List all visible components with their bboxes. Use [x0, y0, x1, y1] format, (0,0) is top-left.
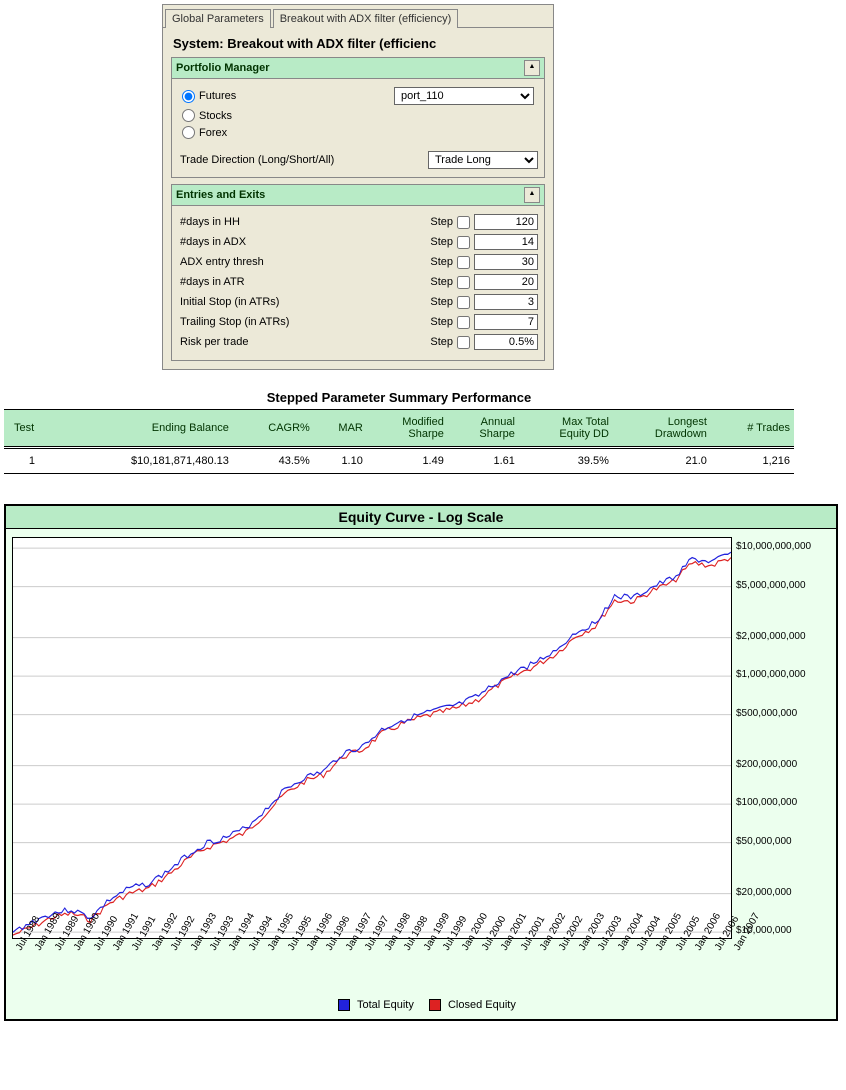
y-tick-label: $500,000,000	[736, 708, 797, 719]
config-panel: Global Parameters Breakout with ADX filt…	[162, 4, 554, 370]
param-value-input[interactable]	[474, 334, 538, 350]
summary-header-cell: Test	[4, 410, 60, 447]
chart-title: Equity Curve - Log Scale	[6, 506, 836, 529]
summary-cell: 1,216	[711, 449, 794, 474]
summary-section: Stepped Parameter Summary Performance Te…	[4, 390, 794, 474]
y-tick-label: $50,000,000	[736, 836, 792, 847]
y-tick-label: $10,000,000,000	[736, 541, 811, 552]
tab-strip: Global Parameters Breakout with ADX filt…	[163, 5, 553, 27]
step-checkbox[interactable]	[457, 256, 470, 269]
radio-label-futures: Futures	[199, 90, 236, 102]
chart-x-axis: Jul 1988Jan 1989Jul 1989Jan 1990Jul 1990…	[12, 939, 732, 995]
radio-stocks[interactable]	[182, 109, 195, 122]
step-label: Step	[430, 336, 453, 348]
y-tick-label: $20,000,000	[736, 887, 792, 898]
param-value-input[interactable]	[474, 214, 538, 230]
section-header-portfolio: Portfolio Manager ▲	[171, 57, 545, 79]
step-checkbox[interactable]	[457, 236, 470, 249]
trade-direction-label: Trade Direction (Long/Short/All)	[180, 154, 334, 166]
step-label: Step	[430, 216, 453, 228]
param-row: Initial Stop (in ATRs) Step	[180, 292, 538, 312]
section-header-entries: Entries and Exits ▲	[171, 184, 545, 206]
section-title-entries: Entries and Exits	[176, 189, 265, 201]
summary-cell: 43.5%	[233, 449, 314, 474]
y-tick-label: $5,000,000,000	[736, 580, 806, 591]
param-row: #days in ADX Step	[180, 232, 538, 252]
collapse-icon[interactable]: ▲	[524, 187, 540, 203]
y-tick-label: $1,000,000,000	[736, 669, 806, 680]
step-label: Step	[430, 296, 453, 308]
legend-label-total: Total Equity	[357, 999, 414, 1011]
equity-chart: Equity Curve - Log Scale $10,000,000$20,…	[4, 504, 838, 1021]
step-checkbox[interactable]	[457, 296, 470, 309]
summary-cell: 1.10	[314, 449, 367, 474]
step-label: Step	[430, 236, 453, 248]
step-label: Step	[430, 256, 453, 268]
summary-header-cell: Longest Drawdown	[613, 410, 711, 447]
chart-plot-area	[12, 537, 732, 939]
chart-legend: Total Equity Closed Equity	[12, 995, 830, 1017]
radio-label-stocks: Stocks	[199, 110, 232, 122]
param-label: #days in ATR	[180, 276, 245, 288]
param-label: #days in ADX	[180, 236, 246, 248]
summary-cell: 1.49	[367, 449, 448, 474]
summary-header-cell: Annual Sharpe	[448, 410, 519, 447]
summary-cell: 1	[4, 449, 60, 474]
param-value-input[interactable]	[474, 314, 538, 330]
tab-global-parameters[interactable]: Global Parameters	[165, 9, 271, 28]
summary-table: TestEnding BalanceCAGR%MARModified Sharp…	[4, 409, 794, 474]
legend-swatch-total	[338, 999, 350, 1011]
step-checkbox[interactable]	[457, 216, 470, 229]
summary-header-cell: Modified Sharpe	[367, 410, 448, 447]
summary-header-cell: Ending Balance	[60, 410, 233, 447]
summary-cell: $10,181,871,480.13	[60, 449, 233, 474]
radio-label-forex: Forex	[199, 127, 227, 139]
param-label: Initial Stop (in ATRs)	[180, 296, 279, 308]
summary-header-cell: MAR	[314, 410, 367, 447]
summary-title: Stepped Parameter Summary Performance	[4, 390, 794, 409]
system-title: System: Breakout with ADX filter (effici…	[171, 34, 545, 57]
param-row: Risk per trade Step	[180, 332, 538, 352]
summary-header-row: TestEnding BalanceCAGR%MARModified Sharp…	[4, 410, 794, 447]
param-label: ADX entry thresh	[180, 256, 264, 268]
param-label: #days in HH	[180, 216, 240, 228]
summary-cell: 1.61	[448, 449, 519, 474]
param-row: #days in ATR Step	[180, 272, 538, 292]
step-label: Step	[430, 316, 453, 328]
summary-header-cell: Max Total Equity DD	[519, 410, 613, 447]
step-checkbox[interactable]	[457, 336, 470, 349]
collapse-icon[interactable]: ▲	[524, 60, 540, 76]
radio-futures[interactable]	[182, 90, 195, 103]
summary-header-cell: CAGR%	[233, 410, 314, 447]
y-tick-label: $200,000,000	[736, 759, 797, 770]
step-checkbox[interactable]	[457, 316, 470, 329]
param-value-input[interactable]	[474, 234, 538, 250]
param-label: Risk per trade	[180, 336, 248, 348]
summary-data-row: 1$10,181,871,480.1343.5%1.101.491.6139.5…	[4, 449, 794, 474]
radio-forex[interactable]	[182, 126, 195, 139]
param-row: Trailing Stop (in ATRs) Step	[180, 312, 538, 332]
param-value-input[interactable]	[474, 294, 538, 310]
step-checkbox[interactable]	[457, 276, 470, 289]
legend-swatch-closed	[429, 999, 441, 1011]
legend-label-closed: Closed Equity	[448, 999, 516, 1011]
section-body-portfolio: Futures port_110 Stocks Forex Trade Dire…	[171, 79, 545, 178]
summary-cell: 39.5%	[519, 449, 613, 474]
y-tick-label: $2,000,000,000	[736, 631, 806, 642]
param-value-input[interactable]	[474, 254, 538, 270]
param-row: ADX entry thresh Step	[180, 252, 538, 272]
tab-breakout-adx[interactable]: Breakout with ADX filter (efficiency)	[273, 9, 459, 28]
section-body-entries: #days in HHStep#days in ADXStepADX entry…	[171, 206, 545, 361]
param-row: #days in HH Step	[180, 212, 538, 232]
portfolio-select[interactable]: port_110	[394, 87, 534, 105]
trade-direction-select[interactable]: Trade Long	[428, 151, 538, 169]
step-label: Step	[430, 276, 453, 288]
param-value-input[interactable]	[474, 274, 538, 290]
summary-header-cell: # Trades	[711, 410, 794, 447]
y-tick-label: $100,000,000	[736, 797, 797, 808]
section-title-portfolio: Portfolio Manager	[176, 62, 270, 74]
summary-cell: 21.0	[613, 449, 711, 474]
param-label: Trailing Stop (in ATRs)	[180, 316, 289, 328]
chart-y-axis: $10,000,000$20,000,000$50,000,000$100,00…	[732, 537, 830, 939]
